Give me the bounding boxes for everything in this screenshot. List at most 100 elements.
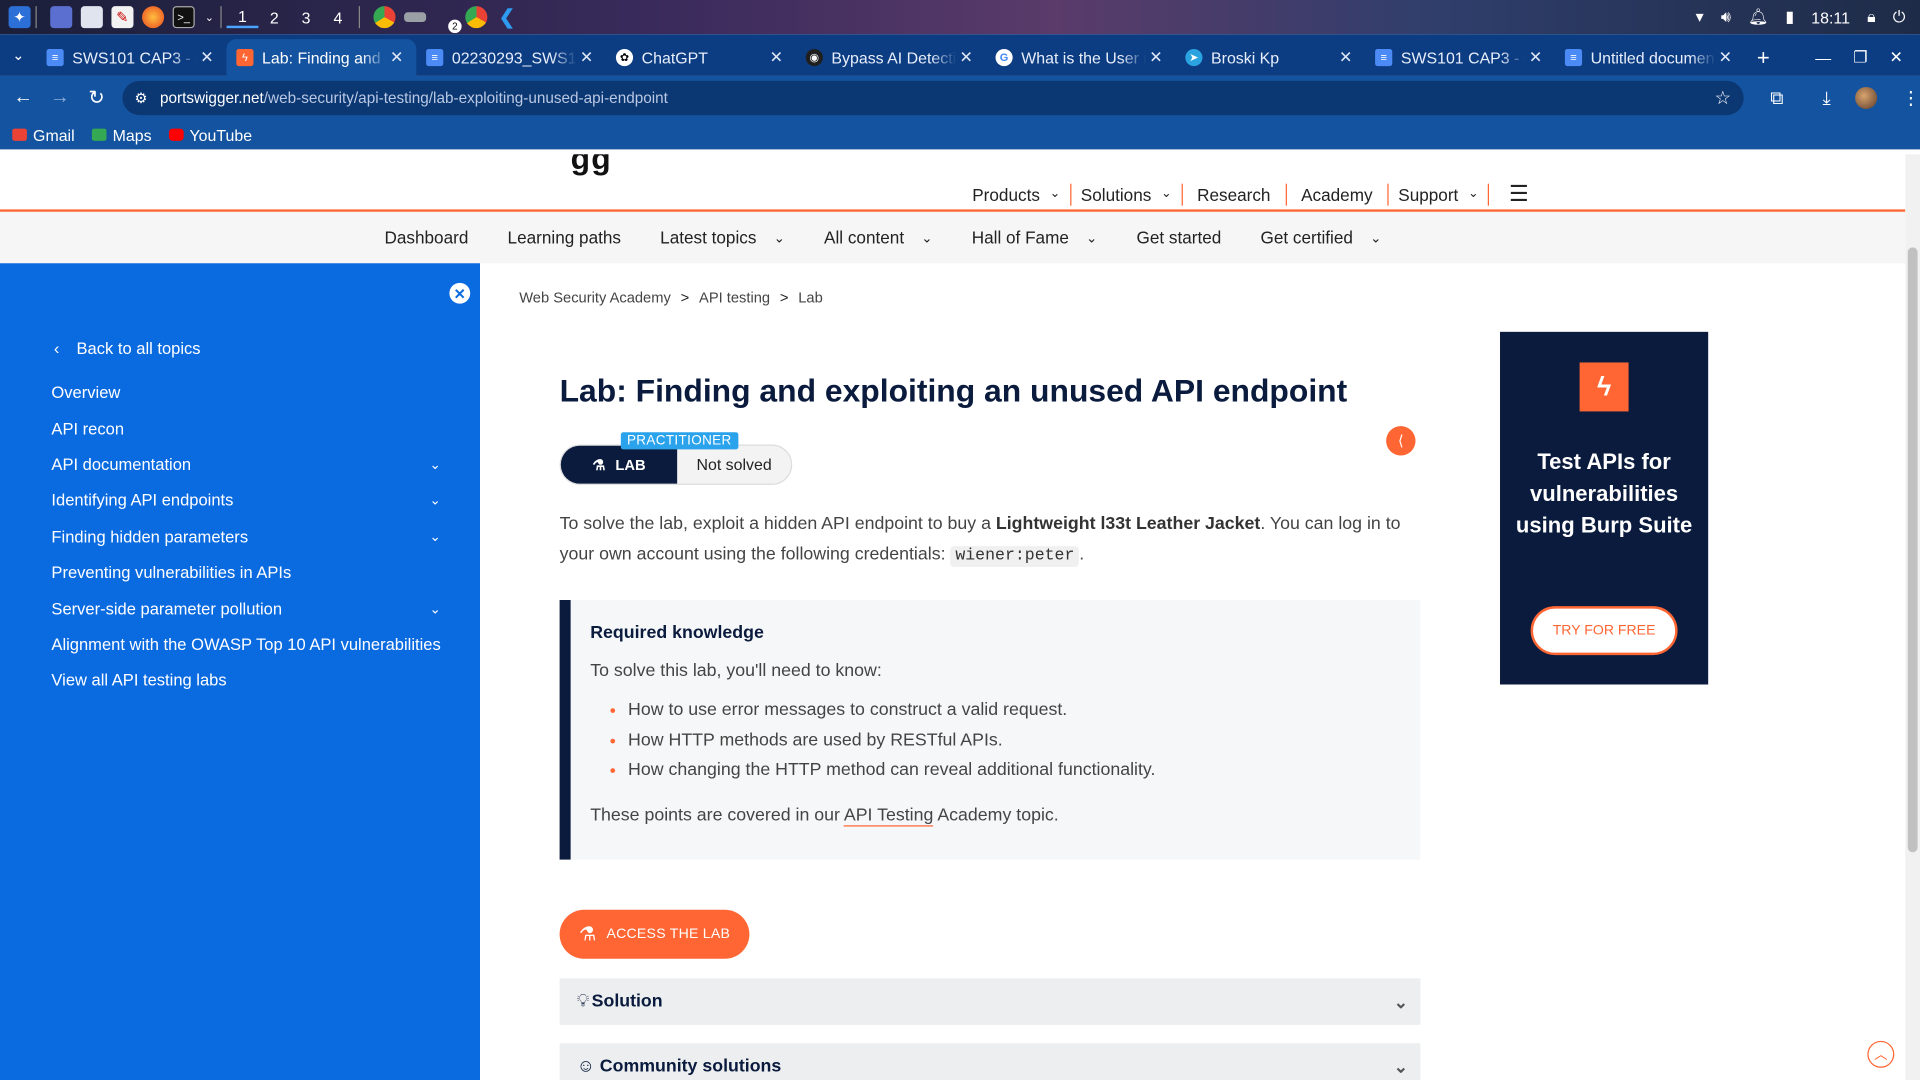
chevron-down-icon[interactable]: ⌄ [203, 6, 215, 28]
nav-support[interactable]: Support ⌄ [1391, 184, 1486, 204]
files-icon[interactable] [80, 6, 103, 29]
chat-icon[interactable]: 2 [435, 6, 462, 34]
sidebar-item-preventing-vulnerabilities[interactable]: Preventing vulnerabilities in APIs [51, 555, 443, 591]
browser-menu-icon[interactable]: ⋮ [1902, 87, 1920, 109]
workspace-1[interactable]: 1 [226, 7, 259, 28]
sidebar-item-overview[interactable]: Overview [51, 375, 443, 411]
close-icon[interactable]: ✕ [1716, 48, 1736, 68]
tab-sws101-cap3[interactable]: ≡ SWS101 CAP3 - G ✕ [37, 39, 227, 76]
close-window-icon[interactable]: ✕ [1890, 48, 1903, 68]
keyboard-icon[interactable] [404, 12, 427, 23]
lock-icon[interactable]: 🔒︎ [1867, 7, 1875, 27]
clock[interactable]: 18:11 [1811, 8, 1850, 26]
sidebar-item-api-recon[interactable]: API recon [51, 411, 443, 447]
nav-solutions[interactable]: Solutions ⌄ [1073, 184, 1178, 204]
breadcrumb-api-testing[interactable]: API testing [699, 289, 770, 306]
close-icon[interactable]: ✕ [1146, 48, 1166, 68]
sidebar-item-finding-hidden-parameters[interactable]: Finding hidden parameters ⌄ [51, 519, 443, 555]
tab-02230293[interactable]: ≡ 02230293_SWS10 ✕ [416, 39, 606, 76]
tab-lab-finding[interactable]: ϟ Lab: Finding and e ✕ [226, 39, 417, 76]
back-to-all-topics-link[interactable]: ‹ Back to all topics [54, 339, 201, 357]
download-icon[interactable]: ⤓ [1823, 88, 1831, 109]
close-sidebar-icon[interactable]: ✕ [449, 282, 471, 304]
tab-broski-kp[interactable]: ➤ Broski Kp ✕ [1176, 39, 1366, 76]
workspace-4[interactable]: 4 [322, 8, 354, 26]
address-bar[interactable]: ⚙ portswigger.net/web-security/api-testi… [122, 80, 1744, 116]
volume-icon[interactable]: 🔊︎ [1721, 7, 1731, 27]
bookmark-gmail[interactable]: Gmail [12, 126, 75, 144]
tab-untitled-document[interactable]: ≡ Untitled documen ✕ [1555, 39, 1745, 76]
wifi-icon[interactable]: ▾ [1696, 7, 1704, 27]
tab-search-icon[interactable]: ⌄ [0, 34, 37, 76]
nav-academy[interactable]: Academy [1289, 184, 1385, 204]
scrollbar-thumb[interactable] [1907, 247, 1918, 853]
subnav-hall-of-fame[interactable]: Hall of Fame ⌄ [972, 228, 1098, 248]
nav-products[interactable]: Products ⌄ [965, 184, 1067, 204]
close-icon[interactable]: ✕ [1526, 48, 1546, 68]
close-icon[interactable]: ✕ [767, 48, 787, 68]
vscode-icon[interactable]: ❮ [496, 6, 518, 28]
document-viewer-icon[interactable]: ✎ [111, 6, 134, 29]
tab-sws101-cap3-2[interactable]: ≡ SWS101 CAP3 - G ✕ [1365, 39, 1555, 76]
chevron-down-icon[interactable]: ⌄ [430, 601, 441, 617]
tab-bypass-ai[interactable]: ◉ Bypass AI Detecti ✕ [796, 39, 986, 76]
close-icon[interactable]: ✕ [577, 48, 597, 68]
breadcrumb-lab[interactable]: Lab [798, 289, 823, 306]
tab-what-is-user[interactable]: G What is the User r ✕ [986, 39, 1176, 76]
chevron-down-icon[interactable]: ⌄ [430, 529, 441, 545]
extensions-icon[interactable]: ⧉ [1770, 88, 1783, 109]
app-launcher-icon[interactable]: ✦ [8, 6, 31, 29]
subnav-latest-topics[interactable]: Latest topics ⌄ [660, 228, 785, 248]
subnav-learning-paths[interactable]: Learning paths [508, 228, 621, 248]
nav-research[interactable]: Research [1185, 184, 1283, 204]
api-testing-link[interactable]: API Testing [844, 805, 934, 827]
page-scrollbar[interactable] [1905, 154, 1920, 1080]
back-icon[interactable]: ← [5, 80, 42, 117]
forward-icon[interactable]: → [42, 80, 79, 117]
terminal-icon[interactable]: >_ [172, 6, 195, 29]
subnav-all-content[interactable]: All content ⌄ [824, 228, 932, 248]
tab-chatgpt[interactable]: ✿ ChatGPT ✕ [606, 39, 796, 76]
bell-icon[interactable]: 🔔︎ [1748, 7, 1768, 27]
access-lab-button[interactable]: ⚗ ACCESS THE LAB [559, 909, 750, 959]
chrome-icon[interactable] [465, 6, 488, 29]
close-icon[interactable]: ✕ [956, 48, 976, 68]
subnav-dashboard[interactable]: Dashboard [384, 228, 468, 248]
site-info-icon[interactable]: ⚙ [135, 89, 148, 106]
desktop-icon[interactable] [50, 6, 73, 29]
restore-icon[interactable]: ❐ [1853, 48, 1867, 68]
reload-icon[interactable]: ↻ [78, 80, 115, 117]
power-icon[interactable]: ⏻ [1893, 7, 1906, 27]
try-for-free-button[interactable]: TRY FOR FREE [1530, 606, 1678, 656]
chevron-down-icon[interactable]: ⌄ [430, 457, 441, 473]
close-icon[interactable]: ✕ [1336, 48, 1356, 68]
sidebar-item-identifying-api-endpoints[interactable]: Identifying API endpoints ⌄ [51, 483, 443, 519]
bookmark-star-icon[interactable]: ☆ [1715, 87, 1731, 109]
sidebar-item-owasp-alignment[interactable]: Alignment with the OWASP Top 10 API vuln… [51, 627, 443, 663]
close-icon[interactable]: ✕ [387, 48, 407, 68]
chevron-down-icon[interactable]: ⌄ [430, 493, 441, 509]
firefox-icon[interactable] [142, 6, 165, 29]
solution-accordion[interactable]: 💡︎ Solution ⌄ [559, 978, 1421, 1025]
hamburger-menu-icon[interactable]: ☰ [1509, 181, 1529, 207]
new-tab-button[interactable]: + [1745, 39, 1782, 76]
subnav-get-certified[interactable]: Get certified ⌄ [1261, 228, 1382, 248]
bookmark-maps[interactable]: Maps [91, 126, 152, 144]
bookmark-youtube[interactable]: YouTube [168, 126, 252, 144]
profile-avatar[interactable] [1855, 86, 1878, 109]
breadcrumb-web-security-academy[interactable]: Web Security Academy [519, 289, 671, 306]
workspace-3[interactable]: 3 [290, 8, 322, 26]
back-to-top-icon[interactable]: ︿ [1867, 1040, 1895, 1068]
minimize-icon[interactable]: — [1815, 48, 1831, 66]
sidebar-item-view-all-labs[interactable]: View all API testing labs [51, 663, 443, 699]
portswigger-logo[interactable]: gg [571, 154, 612, 177]
subnav-get-started[interactable]: Get started [1137, 228, 1222, 248]
sidebar-item-api-documentation[interactable]: API documentation ⌄ [51, 447, 443, 483]
share-icon[interactable]: ⟨ [1386, 426, 1416, 456]
battery-icon[interactable]: ▮ [1785, 7, 1794, 27]
workspace-2[interactable]: 2 [258, 8, 290, 26]
sidebar-item-server-side-parameter-pollution[interactable]: Server-side parameter pollution ⌄ [51, 591, 443, 627]
close-icon[interactable]: ✕ [197, 48, 217, 68]
community-solutions-accordion[interactable]: ☺ Community solutions ⌄ [559, 1043, 1421, 1080]
chrome-icon[interactable] [373, 6, 396, 29]
